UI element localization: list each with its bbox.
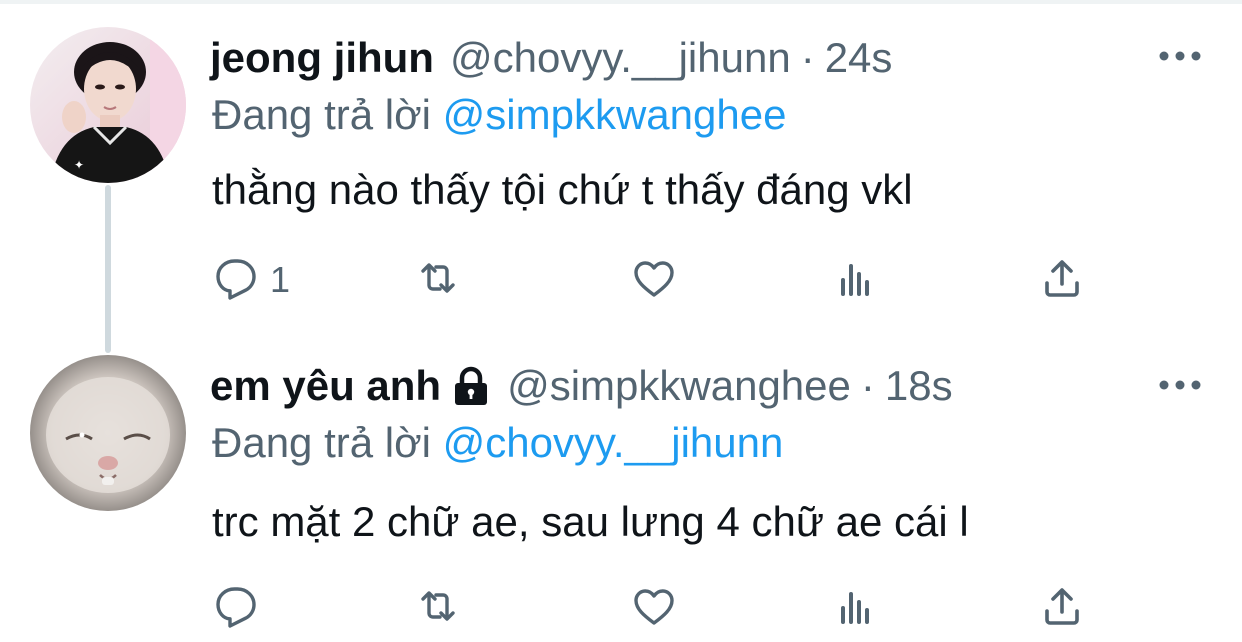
reply-mention-link[interactable]: @simpkkwanghee <box>443 91 787 138</box>
action-bar: 1 <box>212 254 1112 306</box>
avatar[interactable] <box>30 355 186 511</box>
tweet-2[interactable]: em yêu anh @simpkkwanghee · 18s Đang trả… <box>0 330 1242 642</box>
share-icon <box>1038 254 1086 307</box>
username[interactable]: @chovyy.__jihunn <box>450 33 791 83</box>
replying-to-label: Đang trả lời <box>212 419 443 466</box>
separator: · <box>860 362 875 409</box>
reply-count: 1 <box>270 259 291 300</box>
replying-to: Đang trả lời @chovyy.__jihunn <box>212 418 783 468</box>
retweet-icon <box>414 254 462 307</box>
separator: · <box>800 34 815 81</box>
like-button[interactable] <box>630 582 688 634</box>
reply-icon <box>212 582 260 635</box>
retweet-button[interactable] <box>414 582 472 634</box>
like-icon <box>630 254 678 307</box>
display-name[interactable]: jeong jihun <box>210 33 434 83</box>
reply-button[interactable]: 1 <box>212 254 290 306</box>
share-button[interactable] <box>1038 254 1086 306</box>
analytics-icon <box>832 254 880 307</box>
like-button[interactable] <box>630 254 688 306</box>
replying-to: Đang trả lời @simpkkwanghee <box>212 90 786 140</box>
tweet-header: em yêu anh @simpkkwanghee · 18s <box>210 361 953 411</box>
avatar[interactable]: ✦ <box>30 27 186 183</box>
reply-icon <box>212 254 260 307</box>
username[interactable]: @simpkkwanghee <box>507 361 851 411</box>
display-name[interactable]: em yêu anh <box>210 361 441 411</box>
share-icon <box>1038 582 1086 635</box>
retweet-icon <box>414 582 462 635</box>
tweet-text: trc mặt 2 chữ ae, sau lưng 4 chữ ae cái … <box>212 498 969 545</box>
tweet-1[interactable]: ✦ jeong jihun @chovyy.__jihunn · 24s Đan… <box>0 0 1242 330</box>
thread-connector-line <box>105 185 111 353</box>
tweet-text: thằng nào thấy tội chứ t thấy đáng vkl <box>212 166 913 213</box>
tweet-header: jeong jihun @chovyy.__jihunn · 24s <box>210 33 892 83</box>
timestamp[interactable]: 24s <box>825 33 893 83</box>
more-icon[interactable] <box>1158 48 1202 64</box>
analytics-button[interactable] <box>832 254 880 306</box>
retweet-button[interactable] <box>414 254 472 306</box>
more-icon[interactable] <box>1158 377 1202 393</box>
lock-icon <box>451 365 491 407</box>
analytics-button[interactable] <box>832 582 880 634</box>
like-icon <box>630 582 678 635</box>
replying-to-label: Đang trả lời <box>212 91 443 138</box>
share-button[interactable] <box>1038 582 1086 634</box>
analytics-icon <box>832 582 880 635</box>
action-bar <box>212 582 1112 634</box>
timestamp[interactable]: 18s <box>885 361 953 411</box>
reply-button[interactable] <box>212 582 270 634</box>
svg-text:✦: ✦ <box>74 158 84 172</box>
reply-mention-link[interactable]: @chovyy.__jihunn <box>443 419 784 466</box>
